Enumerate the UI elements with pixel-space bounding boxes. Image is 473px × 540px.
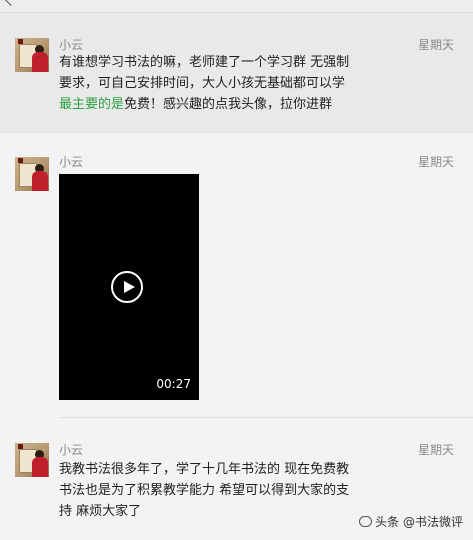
avatar[interactable] xyxy=(15,443,49,477)
divider xyxy=(59,417,473,418)
message-day: 星期天 xyxy=(417,155,454,169)
video-thumbnail[interactable]: 00:27 xyxy=(59,174,199,400)
message-item[interactable]: 小云 星期天 有谁想学习书法的嘛，老师建了一个学习群 无强制 要求，可自己安排时… xyxy=(0,13,473,133)
speech-bubble-icon xyxy=(359,516,373,527)
avatar[interactable] xyxy=(15,157,49,191)
play-icon[interactable] xyxy=(111,271,143,303)
watermark-text: 头条 @书法微评 xyxy=(375,515,463,529)
message-day: 星期天 xyxy=(417,38,454,52)
message-line: 要求，可自己安排时间，大人小孩无基础都可以学 xyxy=(59,76,346,91)
avatar[interactable] xyxy=(15,38,49,72)
message-text: 有谁想学习书法的嘛，老师建了一个学习群 无强制 要求，可自己安排时间，大人小孩无… xyxy=(59,52,399,115)
video-duration: 00:27 xyxy=(156,377,191,391)
sender-name[interactable]: 小云 xyxy=(59,153,83,170)
highlight-text: 最主要的是 xyxy=(59,97,125,112)
message-line: 有谁想学习书法的嘛，老师建了一个学习群 无强制 xyxy=(59,55,350,70)
back-arrow-icon[interactable] xyxy=(3,0,19,7)
watermark: 头条 @书法微评 xyxy=(359,513,463,530)
sender-name[interactable]: 小云 xyxy=(59,441,83,458)
sender-name[interactable]: 小云 xyxy=(59,36,83,53)
message-text: 我教书法很多年了，学了十几年书法的 现在免费教 书法也是为了积累教学能力 希望可… xyxy=(59,462,350,519)
message-line-tail: 免费！感兴趣的点我头像，拉你进群 xyxy=(124,97,333,112)
message-item[interactable]: 小云 星期天 00:27 xyxy=(0,133,473,418)
message-day: 星期天 xyxy=(417,443,454,457)
top-bar xyxy=(0,0,473,13)
